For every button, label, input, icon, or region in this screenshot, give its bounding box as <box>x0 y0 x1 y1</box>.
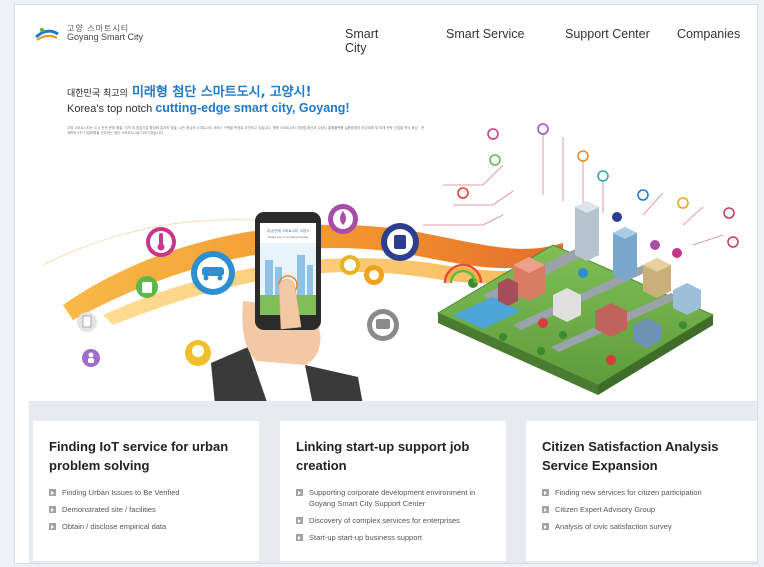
card-list-item-text: Citizen Expert Advisory Group <box>555 505 656 514</box>
hero-title-en-highlight: cutting-edge smart city, Goyang! <box>155 101 350 115</box>
card-list-item-text: Supporting corporate development environ… <box>309 488 476 508</box>
card-list-item[interactable]: Obtain / disclose empirical data <box>49 521 243 532</box>
hero-title-kr-prefix: 대한민국 최고의 <box>67 89 128 99</box>
phone-screen-title: 내 손안에 스마트시티 고양시 <box>266 228 309 233</box>
card-list-item[interactable]: Start-up start-up business support <box>296 532 490 543</box>
site-header: 고양 스마트시티 Goyang Smart City Smart City Sm… <box>15 5 757 61</box>
card-list-item-text: Finding Urban Issues to Be Verified <box>62 488 180 497</box>
card-list-item[interactable]: Citizen Expert Advisory Group <box>542 504 742 515</box>
page-frame: 고양 스마트시티 Goyang Smart City Smart City Sm… <box>14 4 758 564</box>
arrow-bullet-icon <box>49 506 56 513</box>
hero-title-english: Korea's top notch cutting-edge smart cit… <box>67 101 350 115</box>
nav-smart-service[interactable]: Smart Service <box>446 27 546 41</box>
smart-city-illustration: 내 손안에 스마트시티 고양시 Smart city in my hand Go… <box>43 123 739 405</box>
card-list: Finding new services for citizen partici… <box>542 487 742 532</box>
card-list-item-text: Obtain / disclose empirical data <box>62 522 167 531</box>
map-icon <box>381 223 419 261</box>
arrow-bullet-icon <box>542 489 549 496</box>
card-list-item[interactable]: Finding Urban Issues to Be Verified <box>49 487 243 498</box>
card-list-item[interactable]: Supporting corporate development environ… <box>296 487 490 509</box>
arrow-bullet-icon <box>49 523 56 530</box>
nav-support-center[interactable]: Support Center <box>565 27 675 41</box>
card-list-item[interactable]: Analysis of civic satisfaction survey <box>542 521 742 532</box>
phone-screen-subtitle: Smart city in my hand Goyang <box>268 235 309 239</box>
car-icon <box>191 251 235 295</box>
card-list-item[interactable]: Demonstrated site / facilities <box>49 504 243 515</box>
hero-title-kr-highlight: 미래형 첨단 스마트도시, <box>131 85 266 100</box>
arrow-bullet-icon <box>296 489 303 496</box>
pill-icon <box>340 255 360 275</box>
isometric-city <box>436 201 715 395</box>
feature-card-iot[interactable]: Finding IoT service for urban problem so… <box>33 421 259 561</box>
bulb-icon <box>185 340 211 366</box>
signal-icon <box>364 265 384 285</box>
card-list-item[interactable]: Discovery of complex services for enterp… <box>296 515 490 526</box>
bus-icon <box>367 309 399 341</box>
arrow-bullet-icon <box>296 517 303 524</box>
site-logo[interactable]: 고양 스마트시티 Goyang Smart City <box>33 23 143 45</box>
card-list-item-text: Demonstrated site / facilities <box>62 505 156 514</box>
arrow-bullet-icon <box>49 489 56 496</box>
card-list-item-text: Finding new services for citizen partici… <box>555 488 702 497</box>
logo-english-text: Goyang Smart City <box>67 32 144 43</box>
card-title: Citizen Satisfaction Analysis Service Ex… <box>542 439 719 473</box>
person-icon <box>82 349 100 367</box>
card-list-item[interactable]: Finding new services for citizen partici… <box>542 487 742 498</box>
hero-title-korean: 대한민국 최고의 미래형 첨단 스마트도시, 고양시! <box>67 81 312 100</box>
card-list-item-text: Discovery of complex services for enterp… <box>309 516 460 525</box>
card-list: Finding Urban Issues to Be Verified Demo… <box>49 487 243 532</box>
arrow-bullet-icon <box>542 506 549 513</box>
logo-mark-icon <box>34 27 59 41</box>
card-title: Linking start-up support job creation <box>296 439 470 473</box>
feature-card-startup[interactable]: Linking start-up support job creation Su… <box>280 421 506 561</box>
trash-bin-icon <box>136 276 158 298</box>
document-icon <box>77 312 97 332</box>
nav-companies[interactable]: Companies <box>677 27 757 41</box>
card-list-item-text: Start-up start-up business support <box>309 533 422 542</box>
water-icon <box>328 204 358 234</box>
card-list: Supporting corporate development environ… <box>296 487 490 543</box>
arrow-bullet-icon <box>296 534 303 541</box>
card-list-item-text: Analysis of civic satisfaction survey <box>555 522 672 531</box>
thermometer-icon <box>146 227 176 257</box>
arrow-bullet-icon <box>542 523 549 530</box>
feature-card-citizen[interactable]: Citizen Satisfaction Analysis Service Ex… <box>526 421 757 561</box>
card-title: Finding IoT service for urban problem so… <box>49 439 229 473</box>
hero-title-en-prefix: Korea's top notch <box>67 103 153 115</box>
hero-title-kr-city: 고양시! <box>269 85 312 100</box>
nav-smart-city[interactable]: Smart City <box>345 27 378 55</box>
